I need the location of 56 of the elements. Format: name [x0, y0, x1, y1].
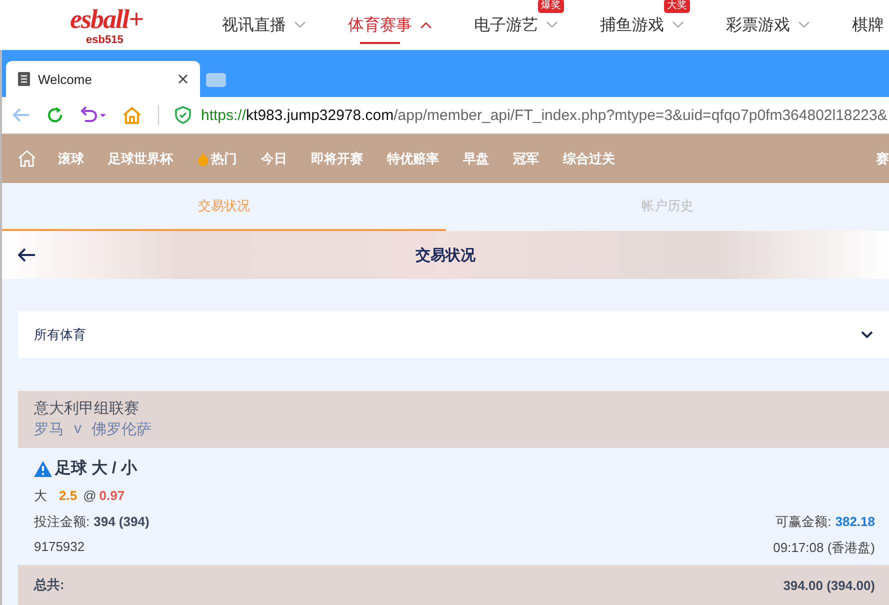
- ticket-number: 9175932: [34, 539, 85, 556]
- at-sign: @: [83, 488, 96, 503]
- logo-subtext: esb515: [86, 35, 124, 46]
- sport-nav-item[interactable]: 即将开赛: [311, 150, 363, 168]
- chevron-down-icon: [861, 330, 873, 338]
- shield-icon: [175, 106, 191, 124]
- versus-text: v: [74, 420, 82, 439]
- nav-item[interactable]: 爆奖 电子游艺: [474, 0, 600, 50]
- sport-nav-item[interactable]: 足球世界杯: [108, 150, 173, 168]
- flame-icon: [197, 152, 209, 166]
- tab-title: Welcome: [38, 72, 93, 86]
- total-amount: 394.00 (394.00): [783, 578, 875, 592]
- selection-text: 大: [34, 487, 47, 505]
- win-label: 可赢金额:: [776, 514, 832, 529]
- league-name: 意大利甲组联赛: [34, 399, 140, 418]
- stake-label: 投注金额:: [34, 514, 90, 529]
- sport-nav-item[interactable]: 今日: [261, 150, 287, 168]
- team-name: 佛罗伦萨: [92, 420, 152, 439]
- browser-tab[interactable]: [206, 73, 226, 87]
- url-text[interactable]: https://kt983.jump32978.com/app/member_api/FT_index.php?mtype=3&uid=qfqo7p0fm364802l18223&: [201, 106, 888, 124]
- nav-item[interactable]: 棋牌: [852, 0, 889, 50]
- sport-nav-item[interactable]: 滚球: [58, 150, 84, 168]
- undo-icon: [80, 106, 106, 124]
- refresh-icon: [46, 106, 64, 124]
- market-title: 足球 大 / 小: [55, 458, 137, 479]
- page-tab[interactable]: 帐户历史: [446, 183, 889, 231]
- page-title: 交易状况: [416, 246, 476, 264]
- home-icon: [18, 150, 36, 167]
- back-arrow-icon: [12, 107, 30, 123]
- sport-nav-item[interactable]: 综合过关: [563, 150, 615, 168]
- browser-tab[interactable]: Welcome: [6, 61, 200, 97]
- hot-badge: 大奖: [664, 0, 690, 13]
- stake-amount: 394 (394): [94, 514, 150, 529]
- nav-item[interactable]: 视讯直播: [222, 0, 348, 50]
- home-icon: [122, 106, 142, 124]
- odds-value: 0.97: [99, 488, 125, 503]
- close-icon: [178, 74, 188, 84]
- nav-item[interactable]: 大奖 捕鱼游戏: [600, 0, 726, 50]
- warning-icon: [34, 460, 52, 476]
- hot-badge: 爆奖: [538, 0, 564, 13]
- handicap-line: 2.5: [59, 488, 78, 503]
- bet-time: 09:17:08 (香港盘): [773, 539, 875, 557]
- total-label: 总共:: [34, 576, 64, 594]
- sport-nav-item[interactable]: 赛: [876, 150, 889, 168]
- logo-text[interactable]: esball+: [70, 4, 143, 35]
- back-arrow-icon: [18, 248, 36, 262]
- sport-select[interactable]: 所有体育: [18, 311, 889, 358]
- page-icon: [18, 72, 30, 86]
- nav-item[interactable]: 彩票游戏: [726, 0, 852, 50]
- team-name: 罗马: [34, 420, 64, 439]
- sport-nav-item[interactable]: 特优赔率: [387, 150, 439, 168]
- sport-nav-item[interactable]: 热门: [197, 150, 237, 168]
- win-amount: 382.18: [835, 514, 875, 529]
- sport-nav-item[interactable]: 早盘: [463, 150, 489, 168]
- nav-item[interactable]: 体育赛事: [348, 0, 474, 50]
- sport-nav-item[interactable]: 冠军: [513, 150, 539, 168]
